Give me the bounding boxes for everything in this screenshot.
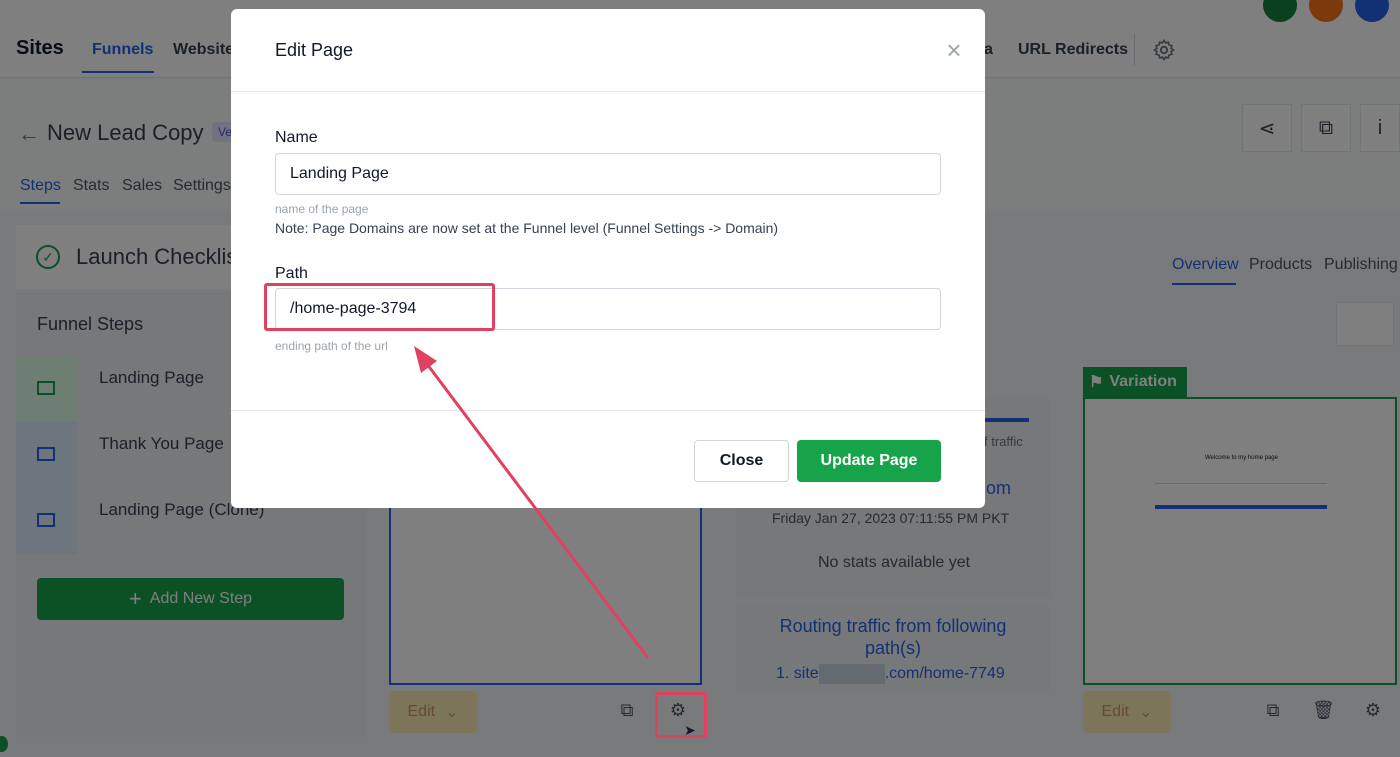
- path-help-text: ending path of the url: [275, 339, 388, 353]
- name-input[interactable]: [275, 153, 941, 195]
- modal-footer: Close Update Page: [231, 410, 985, 508]
- modal-title: Edit Page: [275, 40, 354, 60]
- name-label: Name: [275, 129, 318, 146]
- path-highlight-box: [264, 283, 495, 331]
- gear-highlight-box: [655, 692, 707, 738]
- name-help-text: name of the page: [275, 202, 369, 216]
- close-button[interactable]: Close: [694, 440, 789, 482]
- edit-page-modal: Edit Page × Name name of the page Note: …: [231, 9, 985, 508]
- update-page-button[interactable]: Update Page: [797, 440, 941, 482]
- modal-header: Edit Page ×: [231, 9, 985, 92]
- cursor-icon: ➤: [684, 722, 696, 738]
- domain-note: Note: Page Domains are now set at the Fu…: [275, 220, 779, 236]
- close-icon[interactable]: ×: [941, 37, 967, 65]
- path-label: Path: [275, 265, 308, 282]
